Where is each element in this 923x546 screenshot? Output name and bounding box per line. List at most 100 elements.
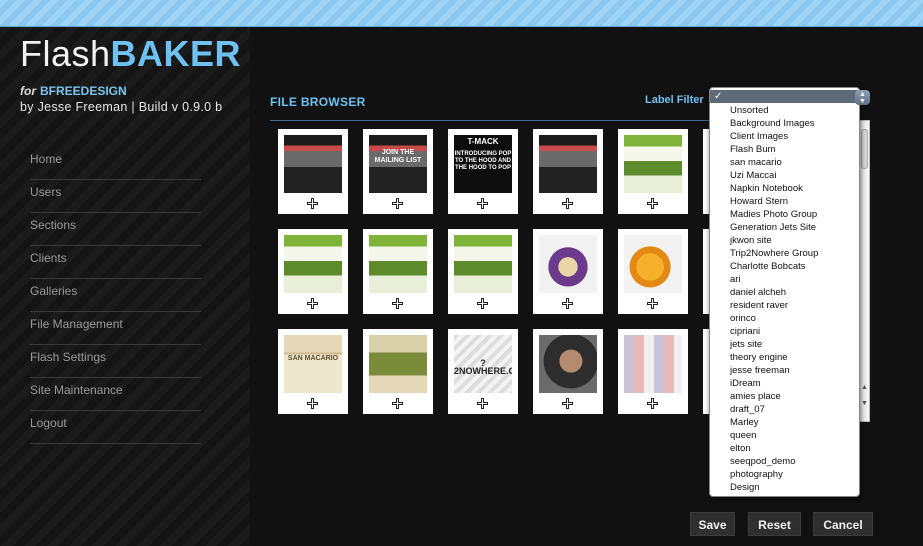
add-icon[interactable] [392, 198, 403, 209]
add-icon[interactable] [562, 298, 573, 309]
file-thumbnail[interactable]: JOIN THE MAILING LIST [363, 129, 433, 214]
file-thumbnail[interactable]: SAN MACARIO [278, 329, 348, 414]
file-thumbnail[interactable] [618, 229, 688, 314]
file-thumbnail[interactable] [363, 329, 433, 414]
filter-option[interactable]: Generation Jets Site [730, 221, 816, 234]
filter-option[interactable]: amies place [730, 390, 781, 403]
file-thumbnail[interactable] [618, 129, 688, 214]
save-button[interactable]: Save [690, 512, 735, 536]
filter-option[interactable]: Napkin Notebook [730, 182, 803, 195]
filter-option[interactable]: elton [730, 442, 751, 455]
add-icon[interactable] [477, 298, 488, 309]
file-thumbnail[interactable]: ?2NOWHERE.C [448, 329, 518, 414]
nav-item-site-maintenance[interactable]: Site Maintenance [30, 378, 201, 411]
logo-name: BAKER [110, 33, 242, 74]
thumbnail-image: SAN MACARIO [284, 335, 342, 393]
filter-option[interactable]: seeqpod_demo [730, 455, 796, 468]
add-icon[interactable] [307, 198, 318, 209]
thumbnail-image [454, 235, 512, 293]
nav-item-flash-settings[interactable]: Flash Settings [30, 345, 201, 378]
thumbnail-image: T-MACK INTRODUCING POP TO THE HOOD AND TH… [454, 135, 512, 193]
nav-item-clients[interactable]: Clients [30, 246, 201, 279]
reset-button[interactable]: Reset [748, 512, 801, 536]
filter-option[interactable]: Client Images [730, 130, 788, 143]
nav-item-logout[interactable]: Logout [30, 411, 201, 444]
filter-option[interactable]: queen [730, 429, 756, 442]
filter-option[interactable]: photography [730, 468, 783, 481]
add-icon[interactable] [647, 398, 658, 409]
filter-option[interactable]: theory engine [730, 351, 788, 364]
filter-option[interactable]: Flash Bum [730, 143, 775, 156]
thumbnail-image [624, 335, 682, 393]
filter-option[interactable]: ari [730, 273, 741, 286]
thumbnail-image [284, 235, 342, 293]
filter-option[interactable]: jesse freeman [730, 364, 790, 377]
filter-option[interactable]: resident raver [730, 299, 788, 312]
add-icon[interactable] [477, 398, 488, 409]
filter-option[interactable]: Madies Photo Group [730, 208, 817, 221]
file-thumbnail[interactable] [533, 229, 603, 314]
filter-option[interactable]: daniel alcheh [730, 286, 786, 299]
add-icon[interactable] [562, 198, 573, 209]
client-line: for BFREEDESIGN [20, 84, 127, 98]
filter-option[interactable]: cipriani [730, 325, 760, 338]
file-thumbnail[interactable] [363, 229, 433, 314]
add-icon[interactable] [307, 398, 318, 409]
filter-option[interactable]: Marley [730, 416, 759, 429]
file-thumbnail[interactable]: T-MACK INTRODUCING POP TO THE HOOD AND TH… [448, 129, 518, 214]
filter-option[interactable]: Trip2Nowhere Group [730, 247, 818, 260]
byline: by Jesse Freeman | Build v 0.9.0 b [20, 100, 223, 114]
file-thumbnail[interactable] [618, 329, 688, 414]
filter-option[interactable]: iDream [730, 377, 761, 390]
file-thumbnail[interactable] [533, 129, 603, 214]
thumbnail-text: SAN MACARIO [287, 355, 339, 362]
add-icon[interactable] [647, 198, 658, 209]
nav-item-users[interactable]: Users [30, 180, 201, 213]
top-stripe-bar [0, 0, 923, 27]
app-logo: FlashBAKER [20, 33, 241, 75]
dropdown-arrows-icon[interactable]: ▲ ▼ [855, 90, 870, 105]
client-name: BFREEDESIGN [40, 84, 127, 98]
filter-option[interactable]: jets site [730, 338, 762, 351]
sidebar-nav: Home Users Sections Clients Galleries Fi… [30, 147, 201, 444]
thumbnail-text: ?2NOWHERE.C [454, 358, 512, 376]
filter-option[interactable]: jkwon site [730, 234, 772, 247]
label-filter-dropdown[interactable]: ✓ Unsorted Background Images Client Imag… [709, 87, 860, 497]
add-icon[interactable] [392, 398, 403, 409]
label-filter-label: Label Filter [645, 94, 704, 106]
thumbnail-image [284, 135, 342, 193]
scrollbar-thumb[interactable] [861, 129, 868, 169]
add-icon[interactable] [477, 198, 488, 209]
nav-item-file-management[interactable]: File Management [30, 312, 201, 345]
add-icon[interactable] [307, 298, 318, 309]
filter-option[interactable]: orinco [730, 312, 756, 325]
filter-option[interactable]: san macario [730, 156, 782, 169]
grid-scrollbar[interactable]: ▲ ▼ [859, 120, 870, 422]
filter-selected-option[interactable]: ✓ [710, 90, 859, 103]
add-icon[interactable] [647, 298, 658, 309]
nav-item-galleries[interactable]: Galleries [30, 279, 201, 312]
scroll-down-arrow-icon[interactable]: ▼ [860, 399, 869, 408]
thumbnail-image [369, 235, 427, 293]
nav-item-home[interactable]: Home [30, 147, 201, 180]
filter-option[interactable]: Uzi Maccai [730, 169, 776, 182]
filter-option[interactable]: Howard Stern [730, 195, 788, 208]
file-thumbnail[interactable] [448, 229, 518, 314]
file-thumbnail[interactable] [533, 329, 603, 414]
filter-option[interactable]: Background Images [730, 117, 815, 130]
filter-option[interactable]: draft_07 [730, 403, 765, 416]
add-icon[interactable] [562, 398, 573, 409]
thumbnail-image: ?2NOWHERE.C [454, 335, 512, 393]
add-icon[interactable] [392, 298, 403, 309]
filter-option[interactable]: Unsorted [730, 104, 769, 117]
thumbnail-image [369, 335, 427, 393]
thumbnail-image [624, 235, 682, 293]
filter-option[interactable]: Design [730, 481, 760, 494]
nav-item-sections[interactable]: Sections [30, 213, 201, 246]
file-thumbnail[interactable] [278, 229, 348, 314]
filter-option[interactable]: Charlotte Bobcats [730, 260, 806, 273]
file-thumbnail[interactable] [278, 129, 348, 214]
cancel-button[interactable]: Cancel [813, 512, 873, 536]
scroll-up-arrow-icon[interactable]: ▲ [860, 383, 869, 392]
thumbnail-title-text: T-MACK [467, 137, 499, 146]
